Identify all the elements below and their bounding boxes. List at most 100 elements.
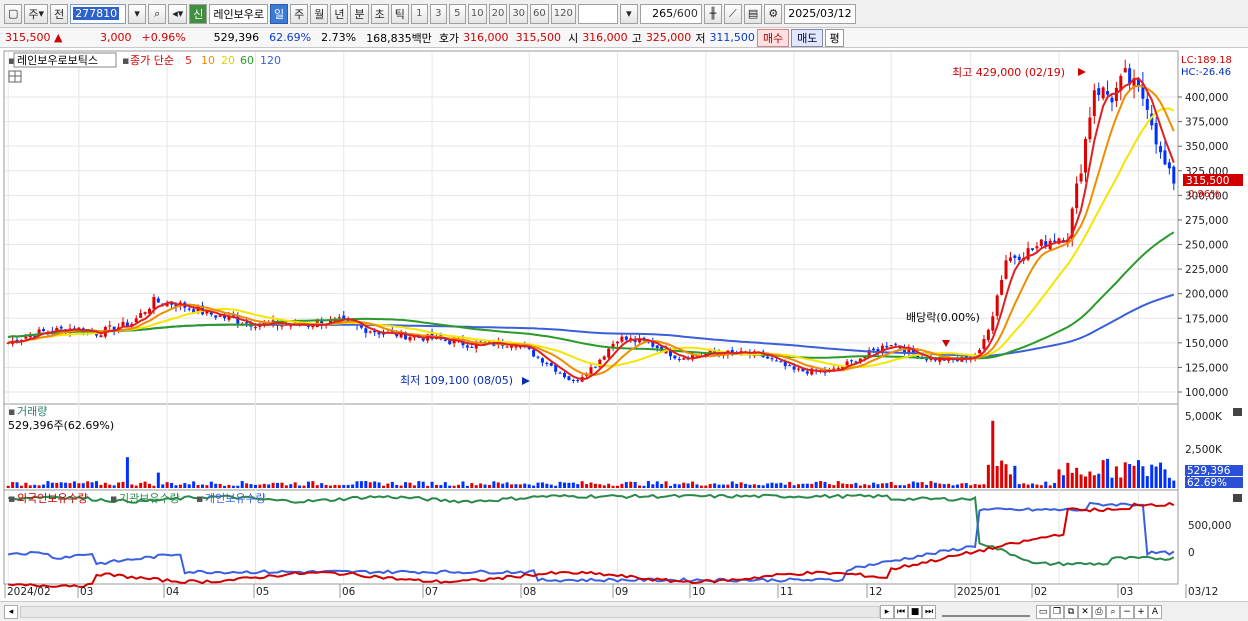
candle-body	[995, 295, 999, 316]
interval-custom-input[interactable]	[577, 3, 618, 24]
stock-name-legend[interactable]: 레인보우로보틱스	[17, 54, 98, 67]
volume-bar	[655, 481, 659, 488]
x-tick-label: 03	[80, 586, 93, 598]
price-tick-label: 100,000	[1185, 387, 1228, 399]
volume-bar	[885, 483, 889, 488]
interval-5[interactable]: 5	[448, 3, 466, 24]
candle-body	[108, 325, 112, 327]
candle-body	[1154, 123, 1158, 145]
volume-bar	[540, 482, 544, 488]
svg-text:▪: ▪	[8, 405, 15, 418]
stock-chart[interactable]: 400,000375,000350,000325,000300,000275,0…	[0, 49, 1248, 602]
font-size-icon[interactable]: A	[1148, 604, 1162, 619]
zoom-in-icon[interactable]: +	[1134, 604, 1148, 619]
zoom-slider[interactable]	[942, 607, 1030, 617]
volume-bar	[726, 484, 730, 488]
candle-icon[interactable]: ╫	[703, 3, 722, 24]
volume-bar	[386, 483, 390, 488]
period-month[interactable]: 월	[310, 3, 329, 24]
save-icon[interactable]: ▤	[743, 3, 763, 24]
volume-bar	[1000, 460, 1004, 488]
prev-button[interactable]: 전	[50, 3, 69, 24]
scroll-track[interactable]	[20, 605, 880, 618]
stop-icon[interactable]: ■	[908, 604, 922, 619]
volume-bar	[50, 482, 54, 488]
search-icon[interactable]: ⌕	[148, 3, 167, 24]
candle-body	[465, 345, 469, 348]
volume-bar	[770, 482, 774, 488]
volume-bar	[682, 482, 686, 488]
zoom-out-icon[interactable]: −	[1120, 604, 1134, 619]
candle-body	[532, 349, 536, 357]
speaker-icon[interactable]: ◂▾	[168, 3, 188, 24]
candle-body	[766, 356, 770, 359]
sell-button[interactable]: 매도	[791, 28, 824, 47]
volume-bar	[311, 481, 315, 488]
volume-bar	[404, 482, 408, 488]
period-minute[interactable]: 분	[350, 3, 369, 24]
ma-legend-label[interactable]: 종가 단순	[130, 54, 174, 67]
period-week[interactable]: 주	[290, 3, 309, 24]
code-dropdown-icon[interactable]: ▾	[128, 3, 147, 24]
period-day[interactable]: 일	[269, 3, 289, 24]
holdings-panel	[3, 489, 1179, 585]
individual-holdings-legend[interactable]: 개인보유수량	[205, 492, 266, 505]
institution-holdings-legend[interactable]: 기관보유수량	[119, 492, 180, 505]
interval-20[interactable]: 20	[488, 3, 508, 24]
volume-panel-close-icon[interactable]	[1233, 408, 1242, 416]
tile-icon[interactable]: ⧉	[1064, 604, 1078, 619]
open-price: 316,000	[582, 31, 628, 44]
volume-bar	[443, 482, 447, 488]
foreign-holdings-legend[interactable]: 외국인보유수량	[17, 492, 88, 505]
volume-title[interactable]: 거래량	[17, 405, 47, 418]
volume-bar	[55, 482, 59, 488]
holdings-panel-close-icon[interactable]	[1233, 494, 1242, 502]
candle-body	[836, 368, 840, 370]
last-page-icon[interactable]: ⏭	[922, 604, 936, 619]
volume-bar	[417, 481, 421, 488]
date-input[interactable]: 2025/03/12	[784, 3, 856, 24]
eval-button[interactable]: 평	[825, 28, 844, 47]
volume-bar	[399, 485, 403, 488]
volume-bar	[907, 483, 911, 488]
buy-button[interactable]: 매수	[756, 28, 790, 47]
period-second[interactable]: 초	[370, 3, 389, 24]
chart-scrollbar[interactable]: ◂ ▸ ⏮ ■ ⏭ ▭ ❐ ⧉ ✕ ⎙ ⌕ − + A	[0, 601, 1248, 621]
copy-icon[interactable]: ❐	[1050, 604, 1064, 619]
stock-name-field[interactable]: 레인보우로	[209, 3, 268, 24]
ma60-legend: 60	[240, 54, 254, 67]
market-select[interactable]: 주 ▾	[24, 3, 49, 24]
change-amount: 3,000	[100, 31, 132, 44]
volume-bar	[1172, 480, 1176, 488]
count-input[interactable]: 265/600	[639, 3, 702, 24]
zoom-icon[interactable]: ⌕	[1106, 604, 1120, 619]
volume-bar	[461, 481, 465, 488]
interval-10[interactable]: 10	[467, 3, 487, 24]
period-year[interactable]: 년	[330, 3, 349, 24]
scroll-right-icon[interactable]: ▸	[880, 604, 894, 619]
volume-bar	[42, 484, 46, 488]
interval-120[interactable]: 120	[550, 3, 576, 24]
line-tool-icon[interactable]: ⟋	[723, 3, 742, 24]
interval-30[interactable]: 30	[509, 3, 529, 24]
volume-bar	[686, 483, 690, 488]
layout-icon[interactable]: ▭	[1036, 604, 1050, 619]
print-icon[interactable]: ⎙	[1092, 604, 1106, 619]
window-icon[interactable]: ▢	[4, 3, 23, 24]
volume-bar	[496, 482, 500, 488]
crosshair-icon[interactable]: ✕	[1078, 604, 1092, 619]
price-tick-label: 225,000	[1185, 264, 1228, 276]
interval-60[interactable]: 60	[530, 3, 549, 24]
interval-3[interactable]: 3	[429, 3, 447, 24]
stock-code-input[interactable]: 277810	[70, 3, 127, 24]
volume-bar	[284, 485, 288, 488]
interval-dropdown-icon[interactable]: ▾	[619, 3, 638, 24]
interval-1[interactable]: 1	[410, 3, 428, 24]
period-tick[interactable]: 틱	[390, 3, 409, 24]
gear-icon[interactable]: ⚙	[764, 3, 783, 24]
volume-bar	[408, 482, 412, 488]
volume-bar	[59, 482, 63, 488]
scroll-left-icon[interactable]: ◂	[4, 604, 18, 619]
volume-bar	[271, 482, 275, 488]
first-page-icon[interactable]: ⏮	[894, 604, 908, 619]
